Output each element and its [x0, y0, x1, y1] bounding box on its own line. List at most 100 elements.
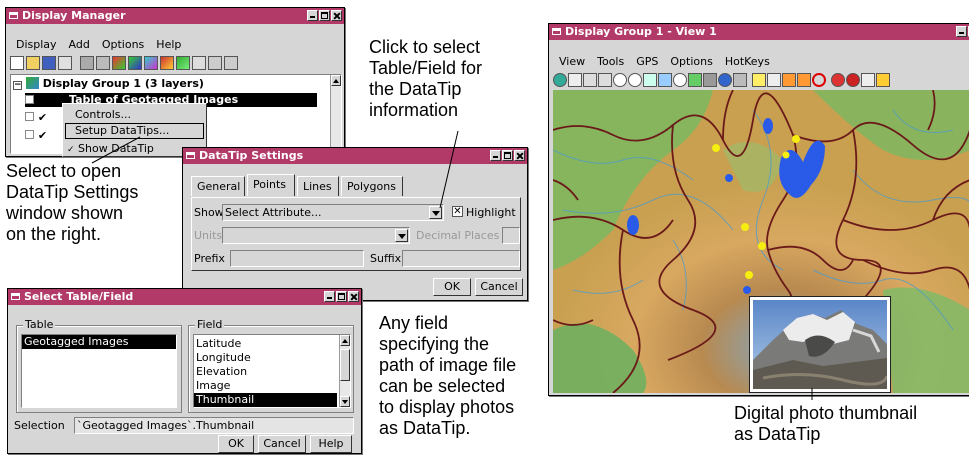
window-menu-icon[interactable]: [9, 12, 18, 19]
zoom-out-icon[interactable]: [628, 73, 642, 87]
menu-item-show-datatip[interactable]: ✓ Show DataTip: [67, 141, 154, 156]
selection-field[interactable]: `Geotagged Images`.Thumbnail: [74, 417, 354, 434]
close-button[interactable]: [331, 10, 342, 21]
menu-add[interactable]: Add: [69, 38, 90, 51]
menu-item-controls[interactable]: Controls...: [75, 107, 131, 122]
zoom-previous-icon[interactable]: [643, 73, 657, 87]
select-table-field-titlebar[interactable]: Select Table/Field: [8, 289, 361, 305]
maximize-button[interactable]: [502, 150, 513, 161]
minimize-button[interactable]: [307, 10, 318, 21]
field-item-image[interactable]: Image: [194, 379, 350, 393]
menu-hotkeys[interactable]: HotKeys: [725, 55, 770, 68]
tab-points[interactable]: Points: [247, 174, 295, 196]
tab-general[interactable]: General: [191, 176, 245, 196]
save-icon[interactable]: [42, 56, 56, 70]
menu-tools[interactable]: Tools: [597, 55, 624, 68]
field-item-thumbnail[interactable]: Thumbnail: [194, 393, 337, 407]
new-icon[interactable]: [10, 56, 24, 70]
menu-gps[interactable]: GPS: [636, 55, 658, 68]
menu-help[interactable]: Help: [156, 38, 181, 51]
minimize-button[interactable]: [956, 26, 967, 37]
next-icon[interactable]: [797, 73, 811, 87]
menu-options[interactable]: Options: [670, 55, 712, 68]
pointer-icon[interactable]: [861, 73, 875, 87]
print-icon[interactable]: [58, 56, 72, 70]
map-canvas[interactable]: [553, 90, 969, 393]
window-menu-icon[interactable]: [11, 293, 20, 300]
zoom-in-icon[interactable]: [613, 73, 627, 87]
checkmark-icon[interactable]: ✔: [38, 94, 47, 107]
cancel-button[interactable]: Cancel: [258, 435, 306, 453]
view-titlebar[interactable]: Display Group 1 - View 1: [549, 24, 969, 40]
previous-icon[interactable]: [782, 73, 796, 87]
menu-display[interactable]: Display: [16, 38, 57, 51]
decimal-places-field[interactable]: [502, 227, 520, 244]
ok-button[interactable]: OK: [433, 278, 471, 296]
add-tin-icon[interactable]: [176, 56, 190, 70]
window-menu-icon[interactable]: [186, 152, 195, 159]
collapse-icon[interactable]: −: [13, 81, 22, 90]
camera-icon[interactable]: [733, 73, 747, 87]
add-raster-icon[interactable]: [112, 56, 126, 70]
scale-icon[interactable]: [688, 73, 702, 87]
maximize-button[interactable]: [319, 10, 330, 21]
scroll-up-icon[interactable]: [331, 75, 341, 86]
add-shape-icon[interactable]: [160, 56, 174, 70]
zoom-target-icon[interactable]: [846, 73, 860, 87]
highlight-checkbox[interactable]: ✕: [452, 206, 463, 217]
window-menu-icon[interactable]: [552, 28, 561, 35]
rotate-icon[interactable]: [703, 73, 717, 87]
measure-icon[interactable]: [752, 73, 766, 87]
stop-icon[interactable]: [812, 73, 826, 87]
tab-polygons[interactable]: Polygons: [341, 176, 403, 196]
checkmark-icon[interactable]: ✔: [38, 111, 47, 124]
scroll-thumb[interactable]: [340, 349, 350, 381]
show-attribute-select[interactable]: Select Attribute...: [222, 204, 444, 221]
link-icon[interactable]: [96, 56, 110, 70]
layer-expand-1[interactable]: ✔: [25, 94, 47, 107]
layer-tree-scrollbar[interactable]: [330, 75, 341, 153]
target-icon[interactable]: [831, 73, 845, 87]
open-icon[interactable]: [26, 56, 40, 70]
locate-icon[interactable]: [673, 73, 687, 87]
dropdown-arrow-icon[interactable]: [429, 206, 442, 219]
zoom-box-icon[interactable]: [598, 73, 612, 87]
sketch-icon[interactable]: [767, 73, 781, 87]
full-view-icon[interactable]: [568, 73, 582, 87]
group-row[interactable]: − Display Group 1 (3 layers): [13, 77, 204, 90]
checkmark-icon[interactable]: ✔: [38, 129, 47, 142]
table-list[interactable]: Geotagged Images: [21, 334, 177, 408]
display-manager-titlebar[interactable]: Display Manager: [6, 8, 344, 24]
ok-button[interactable]: OK: [218, 435, 254, 453]
zoom-layer-icon[interactable]: [658, 73, 672, 87]
scroll-up-icon[interactable]: [340, 335, 350, 346]
prefix-field[interactable]: [230, 250, 364, 267]
maximize-button[interactable]: [336, 291, 347, 302]
cancel-button[interactable]: Cancel: [475, 278, 523, 296]
dropdown-arrow-icon[interactable]: [395, 229, 408, 242]
help-button[interactable]: Help: [310, 435, 352, 453]
add-table-icon[interactable]: [208, 56, 222, 70]
pan-icon[interactable]: [583, 73, 597, 87]
close-button[interactable]: [348, 291, 359, 302]
field-item-latitude[interactable]: Latitude: [194, 337, 350, 351]
add-vector-icon[interactable]: [128, 56, 142, 70]
menu-options[interactable]: Options: [102, 38, 144, 51]
layer-row-2[interactable]: ✔: [25, 111, 47, 124]
table-item-geotagged-images[interactable]: Geotagged Images: [22, 335, 176, 349]
menu-item-setup-datatips[interactable]: Setup DataTips...: [65, 123, 204, 139]
redraw-icon[interactable]: [553, 73, 567, 87]
minimize-button[interactable]: [490, 150, 501, 161]
units-select[interactable]: [222, 227, 410, 244]
layer-row-3[interactable]: ✔: [25, 129, 47, 142]
add-grid-icon[interactable]: [192, 56, 206, 70]
field-item-longitude[interactable]: Longitude: [194, 351, 350, 365]
scroll-down-icon[interactable]: [340, 396, 350, 407]
edit-icon[interactable]: [876, 73, 890, 87]
minimize-button[interactable]: [324, 291, 335, 302]
field-list-scrollbar[interactable]: [339, 335, 350, 407]
field-list[interactable]: Latitude Longitude Elevation Image Thumb…: [193, 334, 351, 408]
add-legend-icon[interactable]: [224, 56, 238, 70]
tab-lines[interactable]: Lines: [297, 176, 339, 196]
datatip-settings-titlebar[interactable]: DataTip Settings: [183, 148, 527, 164]
